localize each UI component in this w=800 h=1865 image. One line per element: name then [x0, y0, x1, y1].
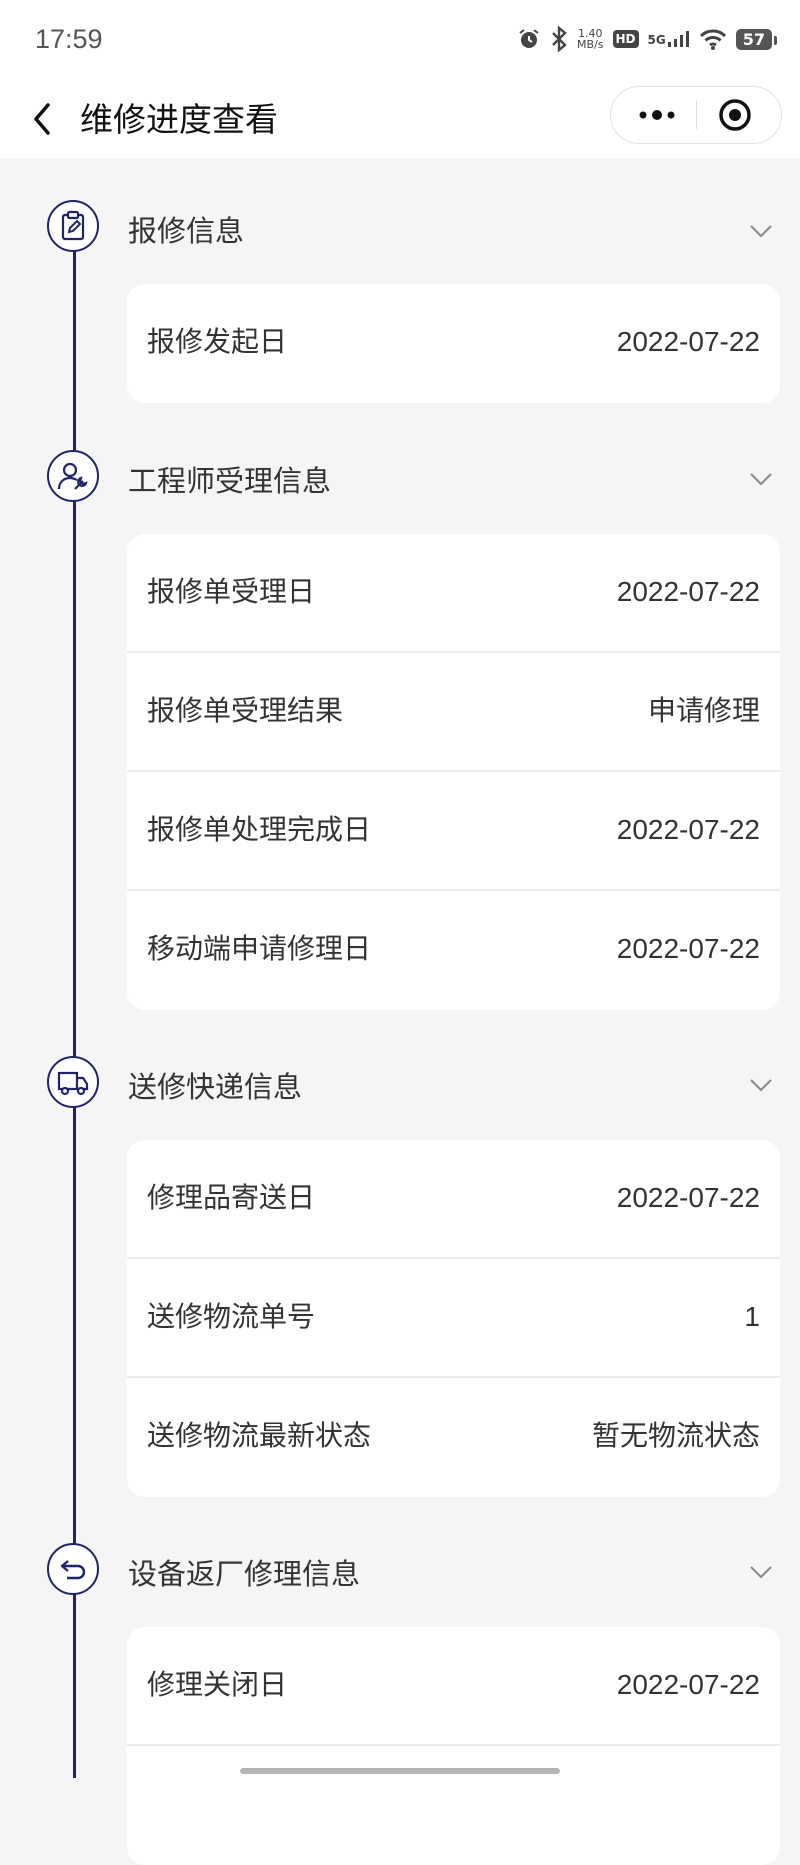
row-label: 报修单处理完成日: [147, 813, 372, 846]
row-value: 暂无物流状态: [591, 1420, 760, 1451]
row-value: 2022-07-22: [616, 326, 760, 357]
status-icons: 1.40 MB/s HD 5G 57: [517, 26, 778, 52]
more-menu-icon[interactable]: [635, 101, 679, 129]
home-indicator[interactable]: [240, 1768, 560, 1774]
shipping-info-card: 修理品寄送日 2022-07-22 送修物流单号 1 送修物流最新状态 暂无物流…: [127, 1140, 780, 1497]
alarm-icon: [519, 29, 539, 48]
row-value: 2022-07-22: [616, 1182, 760, 1213]
row-value: 2022-07-22: [616, 814, 760, 845]
row-label: 报修单受理日: [147, 575, 316, 608]
list-item: 送修物流单号 1: [127, 1259, 780, 1378]
return-repair-info-card: 修理关闭日 2022-07-22: [127, 1627, 780, 1865]
chevron-down-icon[interactable]: [748, 223, 774, 239]
section-title-return-repair-info[interactable]: 设备返厂修理信息: [128, 1554, 360, 1594]
close-target-icon[interactable]: [717, 97, 753, 133]
network-speed: 1.40 MB/s: [577, 27, 604, 51]
wifi-icon: [699, 29, 726, 50]
list-item: [127, 1746, 780, 1865]
section-title-repair-info[interactable]: 报修信息: [128, 211, 244, 251]
row-label: 送修物流最新状态: [147, 1419, 372, 1452]
row-label: 移动端申请修理日: [147, 932, 372, 965]
list-item: 修理关闭日 2022-07-22: [127, 1627, 780, 1746]
list-item: 报修单处理完成日 2022-07-22: [127, 772, 780, 891]
capsule-divider: [696, 101, 697, 129]
delivery-truck-icon: [47, 1056, 99, 1108]
list-item: 报修单受理结果 申请修理: [127, 653, 780, 772]
nav-bar: 维修进度查看: [0, 82, 800, 158]
clipboard-edit-icon: [47, 200, 99, 252]
repair-info-card: 报修发起日 2022-07-22: [127, 284, 780, 403]
battery-indicator: 57: [735, 28, 778, 50]
row-label: 报修单受理结果: [147, 694, 344, 727]
chevron-down-icon[interactable]: [748, 1564, 774, 1580]
list-item: 报修发起日 2022-07-22: [127, 284, 780, 403]
back-arrow-icon[interactable]: [26, 95, 60, 143]
chevron-down-icon[interactable]: [748, 1077, 774, 1093]
mini-program-capsule: [610, 86, 782, 144]
section-title-shipping-info[interactable]: 送修快递信息: [128, 1067, 302, 1107]
list-item: 送修物流最新状态 暂无物流状态: [127, 1378, 780, 1497]
hd-badge: HD: [612, 30, 639, 48]
row-label: 修理品寄送日: [147, 1181, 316, 1214]
engineer-info-card: 报修单受理日 2022-07-22 报修单受理结果 申请修理 报修单处理完成日 …: [127, 534, 780, 1010]
section-title-engineer-info[interactable]: 工程师受理信息: [128, 461, 331, 501]
status-time: 17:59: [35, 24, 103, 54]
row-value: 2022-07-22: [616, 1669, 760, 1700]
list-item: 修理品寄送日 2022-07-22: [127, 1140, 780, 1259]
row-value: 1: [744, 1301, 760, 1332]
row-value: 2022-07-22: [616, 576, 760, 607]
status-bar: 17:59 1.40 MB/s HD 5G 57: [0, 0, 800, 82]
chevron-down-icon[interactable]: [748, 471, 774, 487]
signal-bars-icon: [667, 31, 689, 47]
signal-5g: 5G: [648, 31, 690, 47]
engineer-wrench-icon: [47, 450, 99, 502]
list-item: 报修单受理日 2022-07-22: [127, 534, 780, 653]
list-item: 移动端申请修理日 2022-07-22: [127, 891, 780, 1010]
bluetooth-icon: [552, 26, 567, 52]
row-label: 报修发起日: [147, 325, 288, 358]
row-label: 修理关闭日: [147, 1668, 288, 1701]
return-arrow-icon: [47, 1543, 99, 1595]
page-title: 维修进度查看: [80, 100, 278, 139]
row-value: 申请修理: [647, 695, 760, 726]
row-label: 送修物流单号: [147, 1300, 316, 1333]
row-value: 2022-07-22: [616, 933, 760, 964]
